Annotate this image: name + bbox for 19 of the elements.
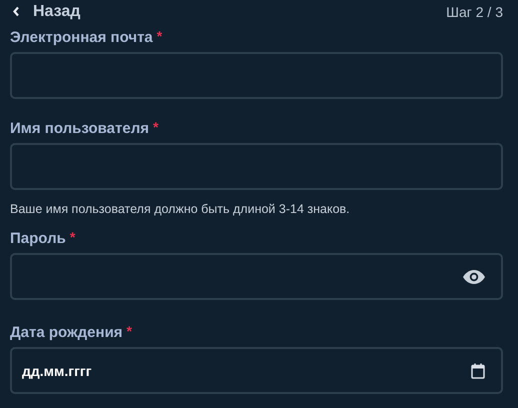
back-button[interactable]: Назад [10, 2, 80, 20]
field-hint: Ваше имя пользователя должно быть длиной 3-14 знаков. [10, 202, 351, 216]
date-placeholder: дд.мм.гггг [22, 362, 93, 378]
required-asterisk: * [70, 229, 76, 245]
input-field[interactable] [10, 253, 503, 300]
eye-icon[interactable] [463, 270, 485, 284]
field-label: Дата рождения [10, 324, 123, 340]
chevron-left-icon [12, 6, 20, 17]
required-asterisk: * [156, 28, 162, 44]
field-label: Имя пользователя [10, 120, 149, 136]
field-label: Пароль [10, 230, 66, 246]
required-asterisk: * [126, 323, 132, 339]
input-field[interactable]: дд.мм.гггг [10, 347, 503, 394]
step-counter: Шаг 2 / 3 [446, 4, 503, 20]
input-field[interactable] [10, 52, 503, 99]
required-asterisk: * [152, 119, 158, 135]
calendar-icon[interactable] [471, 362, 485, 378]
input-field[interactable] [10, 143, 503, 190]
field-label: Электронная почта [10, 28, 153, 46]
